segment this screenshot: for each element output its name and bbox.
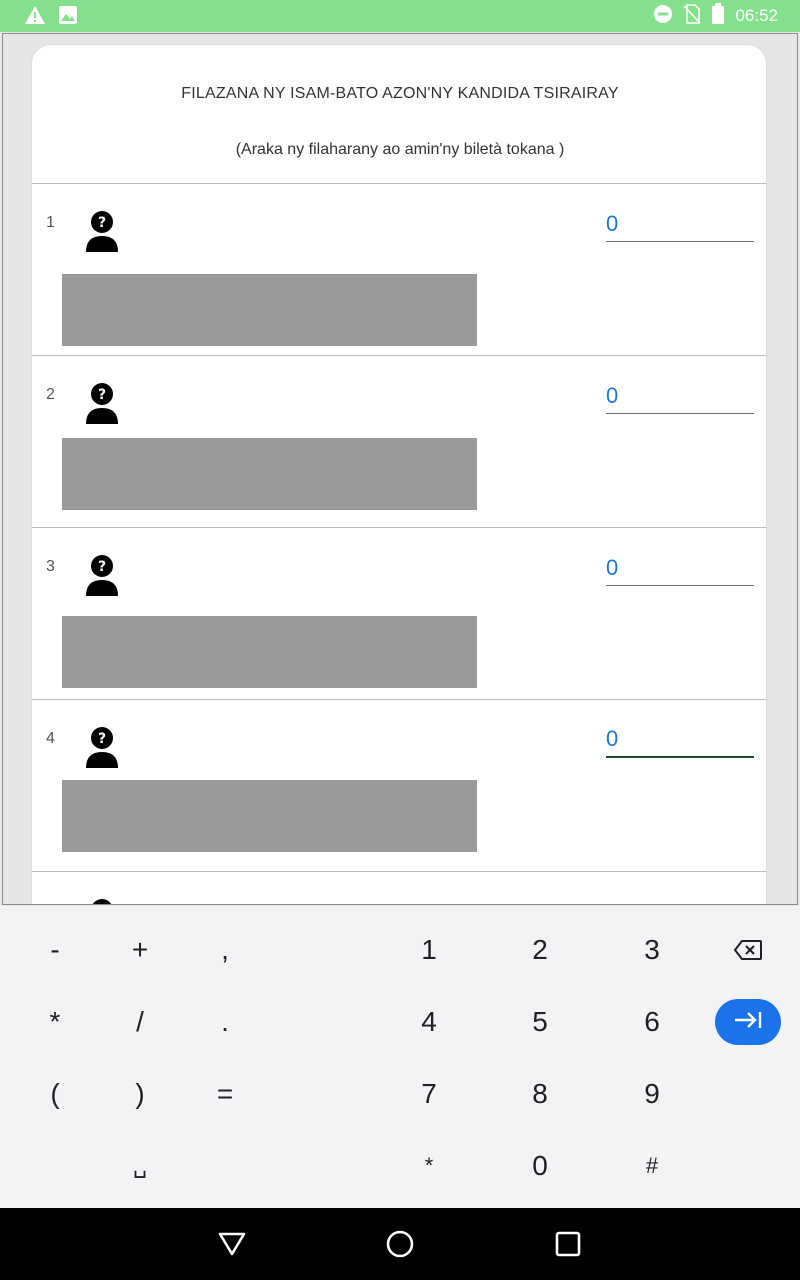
key-comma[interactable]: , (190, 922, 260, 978)
candidate-row: 2 ? (32, 356, 766, 528)
key-2[interactable]: 2 (505, 922, 575, 978)
back-icon[interactable] (214, 1226, 250, 1262)
candidate-number: 3 (46, 558, 55, 575)
candidate-name-redacted (62, 616, 477, 688)
key-close-paren[interactable]: ) (105, 1066, 175, 1122)
backspace-icon[interactable] (713, 922, 783, 978)
key-asterisk[interactable]: * (20, 994, 90, 1050)
image-icon (58, 5, 78, 29)
unknown-person-icon: ? (72, 542, 134, 606)
vote-count-input[interactable] (606, 378, 754, 414)
key-1[interactable]: 1 (394, 922, 464, 978)
do-not-disturb-icon (653, 4, 673, 28)
key-6[interactable]: 6 (617, 994, 687, 1050)
battery-icon (711, 3, 725, 29)
key-8[interactable]: 8 (505, 1066, 575, 1122)
numeric-keyboard: - + , 1 2 3 * / . 4 5 6 ( ) = 7 8 9 ␣ * … (0, 906, 800, 1208)
form-header: FILAZANA NY ISAM-BATO AZON'NY KANDIDA TS… (32, 45, 766, 184)
navigation-bar (0, 1208, 800, 1280)
app-window: FILAZANA NY ISAM-BATO AZON'NY KANDIDA TS… (2, 33, 798, 905)
key-5[interactable]: 5 (505, 994, 575, 1050)
no-sim-icon (683, 4, 702, 28)
svg-text:?: ? (98, 559, 106, 575)
unknown-person-icon: ? (72, 714, 134, 778)
candidate-number: 2 (46, 386, 55, 403)
svg-text:?: ? (98, 215, 106, 231)
key-star[interactable]: * (394, 1138, 464, 1194)
page-title: FILAZANA NY ISAM-BATO AZON'NY KANDIDA TS… (181, 85, 619, 102)
vote-count-input[interactable] (606, 206, 754, 242)
unknown-person-icon: ? (72, 198, 134, 262)
page-subtitle: (Araka ny filaharany ao amin'ny biletà t… (235, 141, 565, 158)
key-hash[interactable]: # (617, 1138, 687, 1194)
candidate-row (32, 872, 766, 904)
key-9[interactable]: 9 (617, 1066, 687, 1122)
svg-text:?: ? (98, 731, 106, 747)
key-7[interactable]: 7 (394, 1066, 464, 1122)
key-open-paren[interactable]: ( (20, 1066, 90, 1122)
key-plus[interactable]: + (105, 922, 175, 978)
candidate-row: 3 ? (32, 528, 766, 700)
key-3[interactable]: 3 (617, 922, 687, 978)
unknown-person-icon: ? (72, 370, 134, 434)
candidate-number: 4 (46, 730, 55, 747)
key-0[interactable]: 0 (505, 1138, 575, 1194)
key-period[interactable]: . (190, 994, 260, 1050)
home-icon[interactable] (382, 1226, 418, 1262)
key-slash[interactable]: / (105, 994, 175, 1050)
status-bar: 06:52 (0, 0, 800, 32)
key-minus[interactable]: - (20, 922, 90, 978)
svg-text:?: ? (98, 387, 106, 403)
warning-icon (24, 5, 46, 29)
candidate-name-redacted (62, 780, 477, 852)
candidate-number: 1 (46, 214, 55, 231)
next-field-button[interactable] (715, 999, 781, 1045)
candidate-name-redacted (62, 438, 477, 510)
candidate-row: 1 ? (32, 184, 766, 356)
vote-count-input[interactable] (606, 550, 754, 586)
clock: 06:52 (735, 6, 778, 25)
vote-form-card: FILAZANA NY ISAM-BATO AZON'NY KANDIDA TS… (31, 44, 767, 904)
recents-icon[interactable] (550, 1226, 586, 1262)
vote-count-input[interactable] (606, 722, 754, 758)
unknown-person-icon (72, 886, 134, 904)
tab-arrow-icon (733, 1010, 763, 1034)
key-equals[interactable]: = (190, 1066, 260, 1122)
key-4[interactable]: 4 (394, 994, 464, 1050)
candidate-name-redacted (62, 274, 477, 346)
candidate-row: 4 ? (32, 700, 766, 872)
key-space[interactable]: ␣ (105, 1138, 175, 1194)
